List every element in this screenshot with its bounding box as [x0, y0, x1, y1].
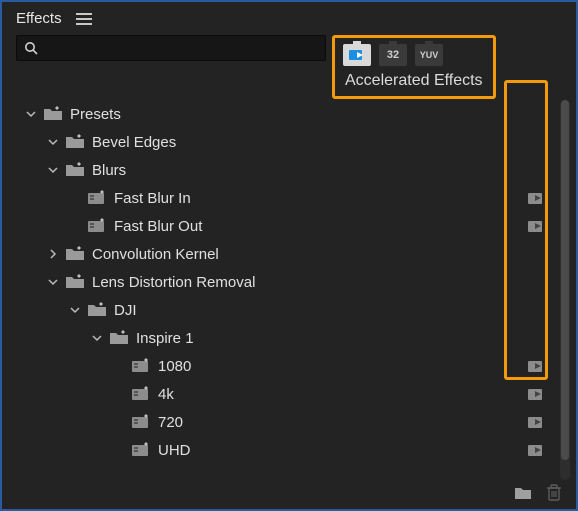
- tree-label: 720: [158, 414, 524, 431]
- accelerated-icon: [524, 190, 548, 206]
- search-box[interactable]: [16, 35, 326, 61]
- new-bin-icon[interactable]: [514, 485, 532, 504]
- preset-icon: [130, 414, 152, 430]
- tree-label: Bevel Edges: [92, 134, 524, 151]
- panel-menu-icon[interactable]: [76, 13, 92, 25]
- bin-icon: [64, 246, 86, 262]
- effects-tree: Presets Bevel Edges Blurs Fast Blur In F…: [12, 100, 552, 479]
- bin-icon: [108, 330, 130, 346]
- panel-title: Effects: [16, 10, 62, 27]
- chevron-down-icon[interactable]: [46, 163, 60, 177]
- preset-icon: [130, 358, 152, 374]
- preset-icon: [130, 442, 152, 458]
- chevron-down-icon[interactable]: [68, 303, 82, 317]
- chevron-down-icon[interactable]: [46, 135, 60, 149]
- panel-footer: [514, 484, 562, 505]
- tree-folder-inspire1[interactable]: Inspire 1: [12, 324, 552, 352]
- chevron-down-icon[interactable]: [90, 331, 104, 345]
- tree-folder-dji[interactable]: DJI: [12, 296, 552, 324]
- tree-label: Fast Blur Out: [114, 218, 524, 235]
- tree-folder-presets[interactable]: Presets: [12, 100, 552, 128]
- vertical-scrollbar[interactable]: [560, 100, 570, 480]
- delete-icon[interactable]: [546, 484, 562, 505]
- chevron-down-icon[interactable]: [46, 275, 60, 289]
- accelerated-icon: [524, 218, 548, 234]
- chevron-down-icon[interactable]: [24, 107, 38, 121]
- tree-label: Presets: [70, 106, 524, 123]
- accelerated-icon: [524, 358, 548, 374]
- accelerated-icon: [524, 442, 548, 458]
- tree-item-uhd[interactable]: UHD: [12, 436, 552, 464]
- accelerated-icon: [524, 414, 548, 430]
- tree-item-720[interactable]: 720: [12, 408, 552, 436]
- 32bit-badge-label: 32: [387, 49, 399, 61]
- 32bit-badge-icon[interactable]: 32: [379, 44, 407, 66]
- tree-folder-lens-distortion-removal[interactable]: Lens Distortion Removal: [12, 268, 552, 296]
- tree-label: UHD: [158, 442, 524, 459]
- accelerated-tooltip: Accelerated Effects: [341, 72, 487, 90]
- tree-label: Blurs: [92, 162, 524, 179]
- preset-icon: [130, 386, 152, 402]
- tree-item-fast-blur-out[interactable]: Fast Blur Out: [12, 212, 552, 240]
- bin-icon: [86, 302, 108, 318]
- chevron-right-icon[interactable]: [46, 247, 60, 261]
- accelerated-icon: [524, 386, 548, 402]
- tree-label: 1080: [158, 358, 524, 375]
- tree-folder-bevel-edges[interactable]: Bevel Edges: [12, 128, 552, 156]
- tree-folder-convolution-kernel[interactable]: Convolution Kernel: [12, 240, 552, 268]
- filter-badges: 32 YUV: [341, 40, 487, 68]
- tree-label: DJI: [114, 302, 524, 319]
- bin-icon: [64, 134, 86, 150]
- tree-label: Fast Blur In: [114, 190, 524, 207]
- tree-label: Convolution Kernel: [92, 246, 524, 263]
- scrollbar-thumb[interactable]: [561, 100, 569, 460]
- tree-label: Lens Distortion Removal: [92, 274, 524, 291]
- preset-icon: [86, 218, 108, 234]
- accelerated-badge-icon[interactable]: [343, 44, 371, 66]
- preset-icon: [86, 190, 108, 206]
- search-row: 32 YUV Accelerated Effects: [2, 33, 576, 99]
- tree-item-4k[interactable]: 4k: [12, 380, 552, 408]
- bin-icon: [64, 274, 86, 290]
- yuv-badge-icon[interactable]: YUV: [415, 44, 443, 66]
- tree-item-1080[interactable]: 1080: [12, 352, 552, 380]
- panel-header: Effects: [2, 2, 576, 33]
- effects-panel: Effects 32 YUV: [0, 0, 578, 511]
- tree-folder-blurs[interactable]: Blurs: [12, 156, 552, 184]
- filter-badge-highlight: 32 YUV Accelerated Effects: [332, 35, 496, 99]
- tree-item-fast-blur-in[interactable]: Fast Blur In: [12, 184, 552, 212]
- search-icon: [23, 40, 39, 56]
- search-input[interactable]: [39, 40, 319, 56]
- yuv-badge-label: YUV: [420, 50, 439, 60]
- bin-icon: [42, 106, 64, 122]
- tree-label: 4k: [158, 386, 524, 403]
- bin-icon: [64, 162, 86, 178]
- tree-label: Inspire 1: [136, 330, 524, 347]
